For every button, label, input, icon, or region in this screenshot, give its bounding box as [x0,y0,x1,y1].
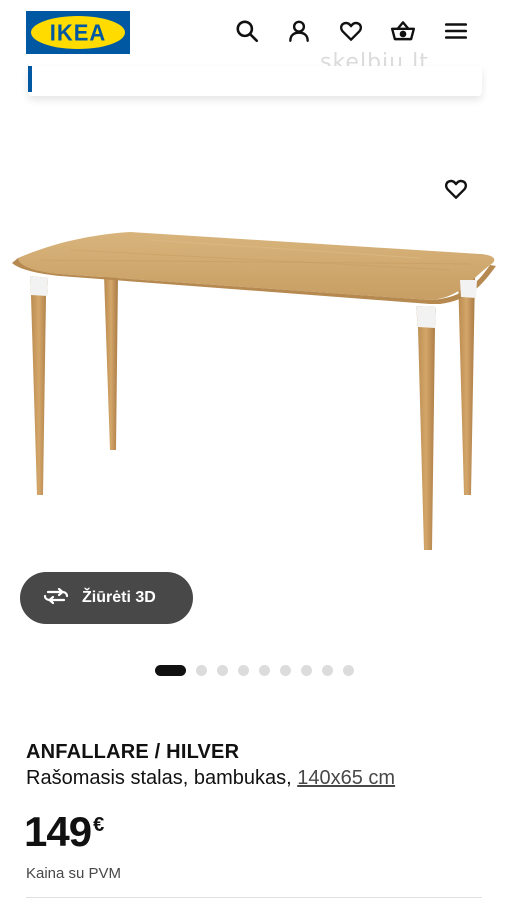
price-note: Kaina su PVM [26,865,122,882]
gallery-dot[interactable] [196,665,207,676]
site-header: IKEA [0,0,508,62]
gallery-dot[interactable] [301,665,312,676]
gallery-dot-active[interactable] [155,665,186,676]
product-dimensions-link[interactable]: 140x65 cm [297,767,395,789]
gallery-dot[interactable] [322,665,333,676]
product-price: 149 € [24,808,104,856]
gallery-dot[interactable] [343,665,354,676]
desk-illustration [12,232,496,550]
divider [26,897,482,898]
gallery-dot[interactable] [238,665,249,676]
view-3d-label: Žiūrėti 3D [82,589,156,606]
notice-accent [28,66,32,92]
basket-icon[interactable] [389,17,417,45]
search-icon[interactable] [233,17,261,45]
menu-icon[interactable] [442,17,470,45]
rotate-3d-icon [42,586,70,611]
logo-oval: IKEA [31,16,125,49]
heart-icon[interactable] [337,17,365,45]
gallery-dot[interactable] [217,665,228,676]
notice-bar[interactable] [28,66,482,96]
gallery-pagination[interactable] [155,665,354,676]
user-icon[interactable] [285,17,313,45]
product-name: ANFALLARE / HILVER [26,741,240,763]
ikea-logo[interactable]: IKEA [26,11,130,54]
product-description: Rašomasis stalas, bambukas, 140x65 cm [26,767,395,790]
price-currency: € [93,814,105,836]
gallery-dot[interactable] [259,665,270,676]
product-description-text: Rašomasis stalas, bambukas, [26,767,292,789]
price-value: 149 [24,808,92,855]
favorite-icon[interactable] [440,173,472,205]
view-3d-button[interactable]: Žiūrėti 3D [20,572,193,624]
gallery-dot[interactable] [280,665,291,676]
logo-text: IKEA [49,18,107,46]
product-image[interactable] [0,170,508,560]
